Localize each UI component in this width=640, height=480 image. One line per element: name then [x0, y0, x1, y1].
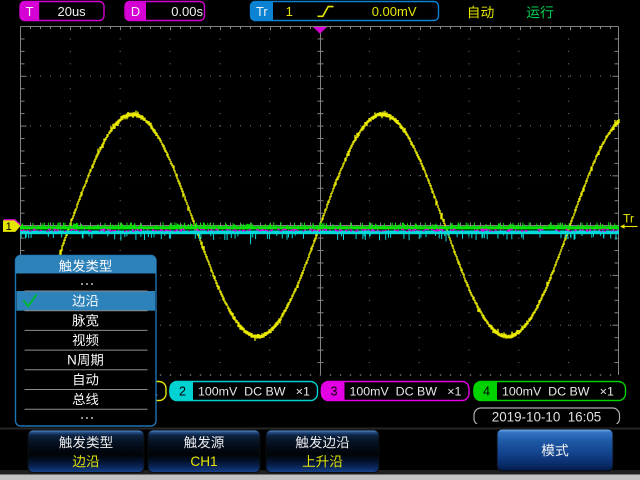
svg-text:N: N	[67, 353, 77, 368]
svg-text:2: 2	[179, 385, 186, 399]
svg-text:100mV DC BW ×1: 100mV DC BW ×1	[350, 385, 462, 399]
svg-text:CH1: CH1	[190, 454, 217, 469]
svg-text:2019-10-10 16:05: 2019-10-10 16:05	[492, 409, 601, 424]
svg-text:100mV DC BW ×1: 100mV DC BW ×1	[502, 385, 614, 399]
svg-text:100mV DC BW ×1: 100mV DC BW ×1	[198, 385, 310, 399]
svg-text:3: 3	[330, 385, 337, 399]
svg-text:4: 4	[483, 385, 490, 399]
svg-text:Tr: Tr	[256, 4, 268, 19]
svg-text:20us: 20us	[57, 4, 86, 19]
svg-text:D: D	[131, 4, 140, 19]
svg-text:1: 1	[286, 4, 293, 19]
svg-text:T: T	[26, 4, 34, 19]
svg-text:1: 1	[6, 221, 12, 233]
svg-text:0.00mV: 0.00mV	[372, 4, 417, 19]
svg-text:0.00s: 0.00s	[171, 4, 203, 19]
svg-text:Tr: Tr	[623, 212, 634, 226]
